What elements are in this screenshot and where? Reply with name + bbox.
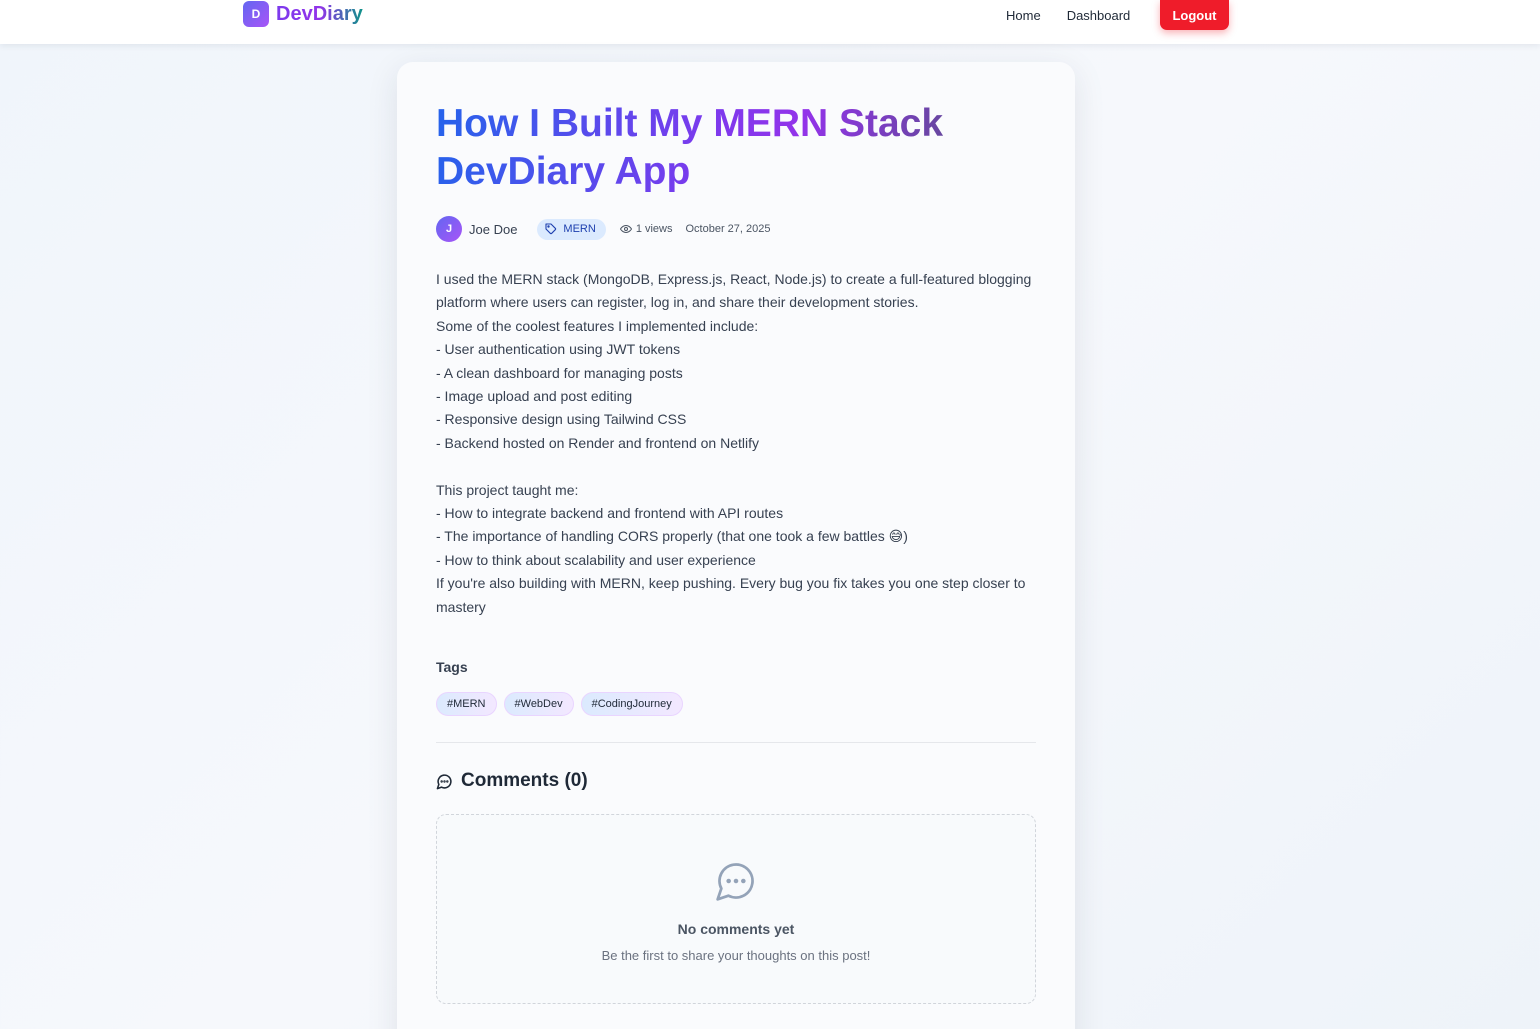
brand-name: DevDiary xyxy=(276,2,363,25)
author-avatar: J xyxy=(436,216,462,242)
comments-title: Comments (0) xyxy=(461,770,588,791)
category-badge[interactable]: MERN xyxy=(537,218,606,240)
nav-links: Home Dashboard xyxy=(1006,0,1156,30)
section-divider xyxy=(436,742,1036,743)
tag-list: #MERN #WebDev #CodingJourney xyxy=(436,692,690,716)
empty-comments-subtitle: Be the first to share your thoughts on t… xyxy=(601,948,871,963)
empty-comments-title: No comments yet xyxy=(677,921,795,937)
chat-bubble-dots-icon xyxy=(716,863,754,901)
post-card: How I Built My MERN Stack DevDiary App J… xyxy=(397,62,1075,1029)
post-content: I used the MERN stack (MongoDB, Express.… xyxy=(436,271,1032,615)
author-name[interactable]: Joe Doe xyxy=(469,222,517,237)
tag-chip[interactable]: #CodingJourney xyxy=(580,692,683,716)
views-label: 1 views xyxy=(635,223,673,235)
chat-bubble-icon xyxy=(436,773,452,789)
tag-chip[interactable]: #MERN xyxy=(436,692,497,716)
view-count: 1 views xyxy=(619,223,673,235)
brand[interactable]: D DevDiary xyxy=(243,1,363,27)
category-label: MERN xyxy=(563,223,596,235)
comments-heading: Comments (0) xyxy=(436,770,588,792)
logout-button[interactable]: Logout xyxy=(1160,0,1229,30)
empty-comments-panel: No comments yet Be the first to share yo… xyxy=(436,814,1036,1004)
post-date: October 27, 2025 xyxy=(685,223,771,235)
post-title: How I Built My MERN Stack DevDiary App xyxy=(436,100,1036,196)
tag-chip[interactable]: #WebDev xyxy=(503,692,574,716)
post-meta: J Joe Doe MERN 1 views October 27, 2025 xyxy=(436,216,771,242)
tags-heading: Tags xyxy=(436,659,468,675)
nav-link-home[interactable]: Home xyxy=(1006,8,1041,23)
brand-logo: D xyxy=(243,1,269,27)
eye-icon xyxy=(619,225,632,233)
tag-icon xyxy=(545,223,557,235)
top-navbar: D DevDiary Home Dashboard Logout xyxy=(0,0,1540,44)
nav-link-dashboard[interactable]: Dashboard xyxy=(1067,8,1131,23)
